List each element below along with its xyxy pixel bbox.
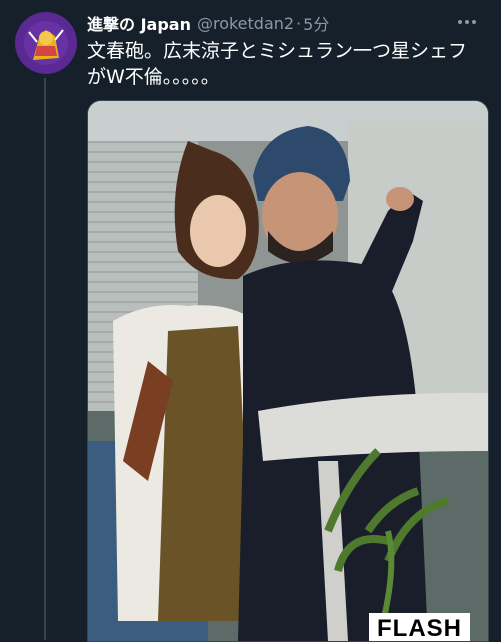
tweet-text: 文春砲。広末涼子とミシュラン一つ星シェフがW不倫。。。。。	[87, 40, 468, 88]
thread-line	[44, 78, 46, 640]
photo-image	[88, 101, 488, 641]
photo-watermark: FLASH	[369, 613, 470, 641]
more-icon	[458, 20, 476, 24]
separator: ·	[296, 13, 302, 33]
tweet[interactable]: 進撃の Japan @roketdan2 · 5分 文春砲。広末涼子とミシュラン…	[0, 0, 501, 642]
more-button[interactable]	[455, 10, 479, 34]
display-name[interactable]: 進撃の Japan	[87, 11, 191, 35]
avatar[interactable]	[15, 12, 77, 74]
handle[interactable]: @roketdan2	[197, 14, 294, 33]
timestamp[interactable]: 5分	[303, 11, 329, 35]
tweet-header: 進撃の Japan @roketdan2 · 5分	[87, 11, 329, 35]
tweet-photo[interactable]: FLASH	[87, 100, 489, 642]
